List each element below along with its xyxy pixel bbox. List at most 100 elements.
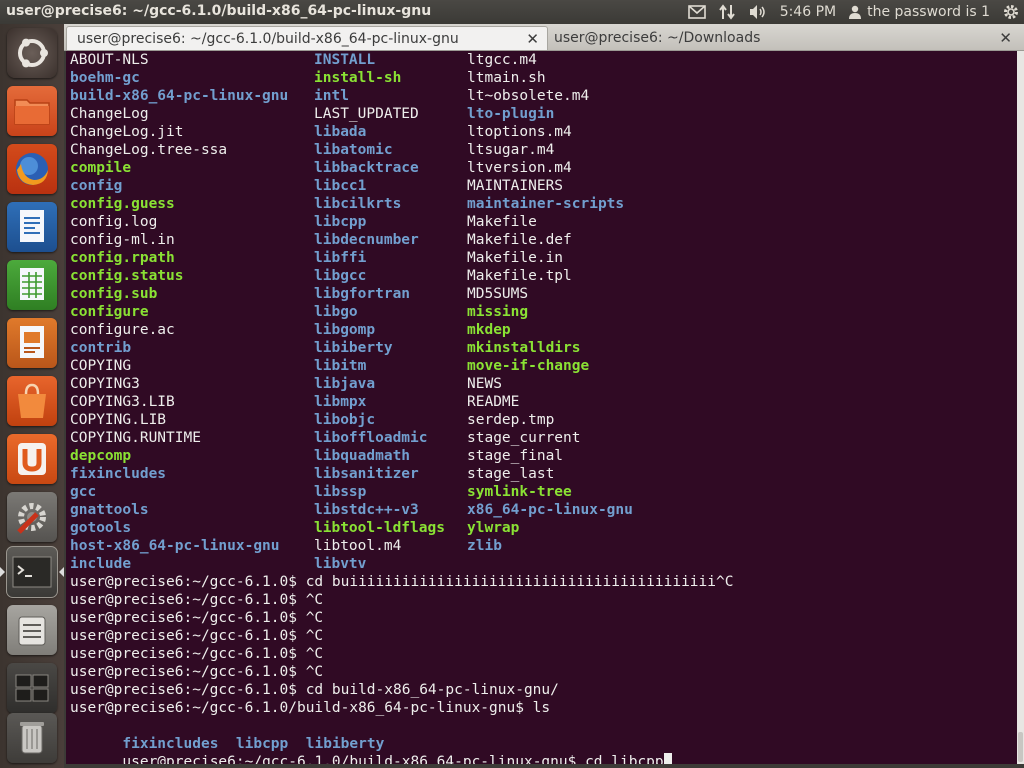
file-entry: libtool.m4 — [314, 538, 402, 554]
ubuntu-logo-icon — [18, 38, 48, 68]
system-settings-launcher[interactable] — [7, 492, 57, 542]
file-entry: libdecnumber — [314, 232, 419, 248]
listing-row: COPYING3.LIB libmpx README — [66, 393, 1006, 411]
file-entry: config-ml.in — [70, 232, 175, 248]
firefox-launcher[interactable] — [7, 144, 57, 194]
software-center-launcher[interactable] — [7, 376, 57, 426]
file-entry: COPYING3.LIB — [70, 394, 175, 410]
gear-icon[interactable] — [1002, 3, 1020, 21]
backups-launcher[interactable] — [7, 605, 57, 655]
listing-row: config libcc1 MAINTAINERS — [66, 177, 1006, 195]
file-entry: ltoptions.m4 — [467, 124, 572, 140]
network-icon[interactable] — [718, 3, 736, 21]
backup-icon — [18, 616, 46, 646]
file-entry: liboffloadmic — [314, 430, 428, 446]
file-entry: libquadmath — [314, 448, 411, 464]
listing-row: COPYING.RUNTIME liboffloadmic stage_curren… — [66, 429, 1006, 447]
file-entry: ltmain.sh — [467, 70, 546, 86]
calc-launcher[interactable] — [7, 260, 57, 310]
current-prompt-line[interactable]: user@precise6:~/gcc-6.1.0/build-x86_64-p… — [70, 735, 672, 764]
history-line: user@precise6:~/gcc-6.1.0$ ^C — [70, 628, 324, 644]
tab-build-dir[interactable]: user@precise6: ~/gcc-6.1.0/build-x86_64-… — [66, 26, 548, 50]
tab-bar: user@precise6: ~/gcc-6.1.0/build-x86_64-… — [64, 24, 1024, 51]
user-menu[interactable]: the password is 1 — [848, 4, 990, 20]
listing-row: configure libgo missing — [66, 303, 1006, 321]
terminal-window: user@precise6: ~/gcc-6.1.0/build-x86_64-… — [64, 24, 1024, 768]
file-entry: host-x86_64-pc-linux-gnu — [70, 538, 280, 554]
file-entry: config.guess — [70, 196, 175, 212]
listing-row: COPYING3 libjava NEWS — [66, 375, 1006, 393]
workspace-switcher-launcher[interactable] — [7, 663, 57, 713]
file-entry: NEWS — [467, 376, 502, 392]
file-entry: LAST_UPDATED — [314, 106, 419, 122]
file-entry: contrib — [70, 340, 132, 356]
file-entry: ChangeLog — [70, 106, 149, 122]
terminal-launcher[interactable] — [6, 546, 58, 598]
file-entry: lt~obsolete.m4 — [467, 88, 590, 104]
terminal-icon — [12, 556, 52, 588]
file-entry: stage_final — [467, 448, 564, 464]
file-entry: zlib — [467, 538, 502, 554]
file-entry: intl — [314, 88, 349, 104]
history-line: user@precise6:~/gcc-6.1.0$ ^C — [70, 646, 324, 662]
files-launcher[interactable] — [7, 86, 57, 136]
history-line: user@precise6:~/gcc-6.1.0$ cd buiiiiiiii… — [70, 574, 734, 590]
file-entry: ylwrap — [467, 520, 520, 536]
volume-icon[interactable] — [748, 4, 768, 20]
file-entry: libmpx — [314, 394, 367, 410]
listing-row: configure.ac libgomp mkdep — [66, 321, 1006, 339]
trash-launcher[interactable] — [7, 713, 57, 763]
workspace-icon — [15, 674, 49, 702]
file-entry: include — [70, 556, 132, 572]
listing-row: include libvtv — [66, 555, 1006, 573]
clock[interactable]: 5:46 PM — [780, 4, 836, 20]
file-entry: libcilkrts — [314, 196, 402, 212]
file-entry: INSTALL — [314, 52, 376, 68]
writer-launcher[interactable] — [7, 202, 57, 252]
file-entry: COPYING.LIB — [70, 412, 167, 428]
file-entry: ltsugar.m4 — [467, 142, 555, 158]
listing-row: config.rpath libffi Makefile.in — [66, 249, 1006, 267]
file-entry: libada — [314, 124, 367, 140]
listing-row: depcomp libquadmath stage_final — [66, 447, 1006, 465]
listing-row: host-x86_64-pc-linux-gnu libtool.m4 zlib — [66, 537, 1006, 555]
file-entry: lto-plugin — [467, 106, 555, 122]
file-entry: ABOUT-NLS — [70, 52, 149, 68]
text-cursor — [663, 753, 672, 764]
file-entry: libgo — [314, 304, 358, 320]
listing-row: compile libbacktrace ltversion.m4 — [66, 159, 1006, 177]
file-entry: stage_last — [467, 466, 555, 482]
terminal-running-indicator — [0, 567, 5, 577]
ls-output-row: fixincludes libcpp libiberty — [70, 717, 384, 752]
shopping-bag-icon — [18, 383, 46, 418]
impress-launcher[interactable] — [7, 318, 57, 368]
history-line: user@precise6:~/gcc-6.1.0$ ^C — [70, 610, 324, 626]
file-entry: missing — [467, 304, 529, 320]
close-tab-icon[interactable]: ✕ — [526, 30, 539, 48]
file-entry: libstdc++-v3 — [314, 502, 419, 518]
terminal-output[interactable]: ABOUT-NLS INSTALL ltgcc.m4 boehm-gc install-… — [66, 51, 1017, 764]
file-entry: move-if-change — [467, 358, 590, 374]
file-entry: MAINTAINERS — [467, 178, 564, 194]
ubuntu-one-launcher[interactable] — [7, 434, 57, 484]
file-entry: gcc — [70, 484, 97, 500]
command-input[interactable]: cd libcpp — [585, 754, 664, 764]
mail-icon[interactable] — [687, 5, 706, 19]
close-tab-icon[interactable]: ✕ — [999, 29, 1012, 47]
dash-home-button[interactable] — [7, 28, 57, 78]
scrollbar-thumb[interactable] — [1018, 732, 1023, 762]
file-entry: libsanitizer — [314, 466, 419, 482]
file-entry: Makefile — [467, 214, 537, 230]
ubuntu-one-icon — [18, 443, 46, 475]
launcher — [0, 24, 64, 768]
listing-row: ABOUT-NLS INSTALL ltgcc.m4 — [66, 51, 1006, 69]
listing-row: gcc libssp symlink-tree — [66, 483, 1006, 501]
file-entry: config.status — [70, 268, 184, 284]
scrollbar[interactable] — [1017, 51, 1024, 764]
folder-icon — [14, 99, 50, 125]
tab-downloads[interactable]: user@precise6: ~/Downloads ✕ — [544, 26, 1020, 50]
listing-row: build-x86_64-pc-linux-gnu intl lt~obsolete… — [66, 87, 1006, 105]
history-line: user@precise6:~/gcc-6.1.0$ ^C — [70, 664, 324, 680]
window-title: user@precise6: ~/gcc-6.1.0/build-x86_64-… — [6, 3, 432, 19]
file-entry: Makefile.def — [467, 232, 572, 248]
